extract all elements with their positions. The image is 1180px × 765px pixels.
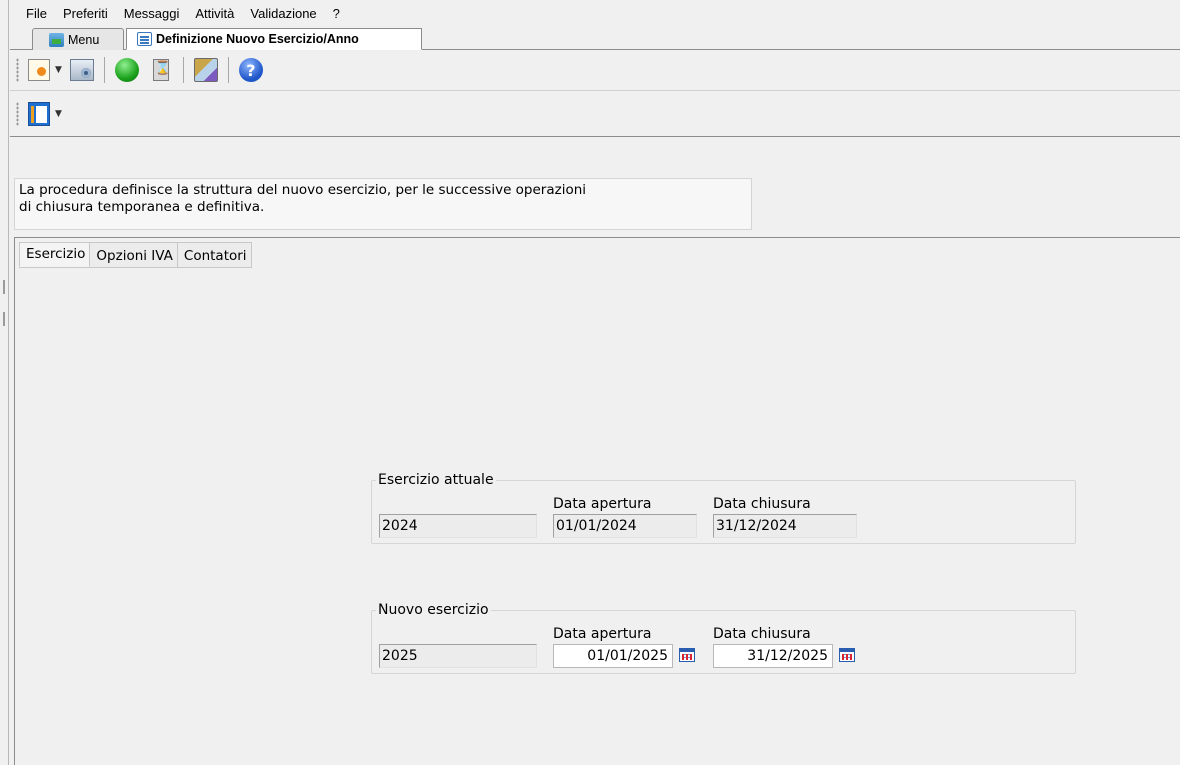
- inner-tab-bar: Esercizio Opzioni IVA Contatori: [19, 242, 252, 268]
- dropdown-arrow-icon[interactable]: ▼: [55, 65, 62, 75]
- tab-definizione-esercizio[interactable]: Definizione Nuovo Esercizio/Anno: [126, 28, 422, 50]
- help-button[interactable]: ?: [237, 56, 265, 84]
- new-open-date-input[interactable]: 01/01/2025: [553, 644, 673, 668]
- settings-button[interactable]: [68, 56, 96, 84]
- current-close-date-label: Data chiusura: [713, 496, 811, 512]
- layout-icon: [28, 101, 50, 126]
- new-document-button[interactable]: [25, 56, 53, 84]
- hourglass-icon: [152, 59, 171, 81]
- menu-file[interactable]: File: [18, 6, 55, 21]
- rail-grip[interactable]: [3, 280, 5, 294]
- main-toolbar: ▼ ?: [10, 50, 1180, 91]
- new-document-icon: [28, 59, 50, 81]
- window-tab-strip: Menu Definizione Nuovo Esercizio/Anno: [10, 26, 1180, 50]
- menu-attivita[interactable]: Attività: [187, 6, 242, 21]
- toolbar-separator: [227, 57, 229, 83]
- tools-button[interactable]: [192, 56, 220, 84]
- content-area: La procedura definisce la struttura del …: [10, 171, 1180, 765]
- current-open-date-field: 01/01/2024: [553, 514, 697, 538]
- new-year-group: Nuovo esercizio Data apertura Data chius…: [371, 602, 1076, 674]
- menu-preferiti[interactable]: Preferiti: [55, 6, 116, 21]
- layout-button[interactable]: [25, 100, 53, 128]
- current-open-date-label: Data apertura: [553, 496, 652, 512]
- left-rail: [0, 0, 9, 765]
- menu-icon: [49, 32, 64, 47]
- tab-esercizio[interactable]: Esercizio: [19, 242, 91, 267]
- description-line-2: di chiusura temporanea e definitiva.: [19, 199, 265, 215]
- current-close-date-field: 31/12/2024: [713, 514, 857, 538]
- new-year-field: 2025: [379, 644, 537, 668]
- secondary-toolbar: ▼: [10, 91, 1180, 137]
- dropdown-arrow-icon[interactable]: ▼: [55, 109, 62, 119]
- description-line-1: La procedura definisce la struttura del …: [19, 182, 587, 198]
- tab-opzioni-iva[interactable]: Opzioni IVA: [90, 242, 178, 267]
- new-close-date-input[interactable]: 31/12/2025: [713, 644, 833, 668]
- toolbar-separator: [182, 57, 184, 83]
- application-window: File Preferiti Messaggi Attività Validaz…: [10, 0, 1180, 765]
- help-icon: ?: [238, 58, 263, 82]
- tab-contatori[interactable]: Contatori: [177, 242, 252, 267]
- tab-menu[interactable]: Menu: [32, 28, 124, 50]
- rail-grip[interactable]: [3, 312, 5, 326]
- menu-validazione[interactable]: Validazione: [242, 6, 324, 21]
- toolbar-grip[interactable]: [16, 58, 19, 82]
- calendar-icon[interactable]: [679, 648, 695, 662]
- menu-bar: File Preferiti Messaggi Attività Validaz…: [10, 0, 1180, 26]
- execute-button[interactable]: [113, 56, 141, 84]
- menu-help[interactable]: ?: [325, 6, 348, 21]
- hourglass-button[interactable]: [147, 56, 175, 84]
- calendar-icon[interactable]: [839, 648, 855, 662]
- new-open-date-label: Data apertura: [553, 626, 652, 642]
- toolbar-separator: [103, 57, 105, 83]
- tab-panel: Esercizio Opzioni IVA Contatori Esercizi…: [14, 237, 1180, 765]
- current-year-field: 2024: [379, 514, 537, 538]
- current-year-group: Esercizio attuale Data apertura Data chi…: [371, 472, 1076, 544]
- tab-menu-label: Menu: [68, 32, 100, 47]
- execute-green-icon: [114, 58, 139, 82]
- form-icon: [137, 32, 152, 46]
- settings-icon: [69, 59, 94, 81]
- procedure-description: La procedura definisce la struttura del …: [14, 178, 752, 230]
- toolbar-grip[interactable]: [16, 101, 19, 126]
- tools-icon: [193, 58, 218, 82]
- current-year-legend: Esercizio attuale: [378, 472, 494, 488]
- new-year-legend: Nuovo esercizio: [378, 602, 489, 618]
- tab-definizione-label: Definizione Nuovo Esercizio/Anno: [156, 32, 359, 46]
- new-close-date-label: Data chiusura: [713, 626, 811, 642]
- menu-messaggi[interactable]: Messaggi: [116, 6, 188, 21]
